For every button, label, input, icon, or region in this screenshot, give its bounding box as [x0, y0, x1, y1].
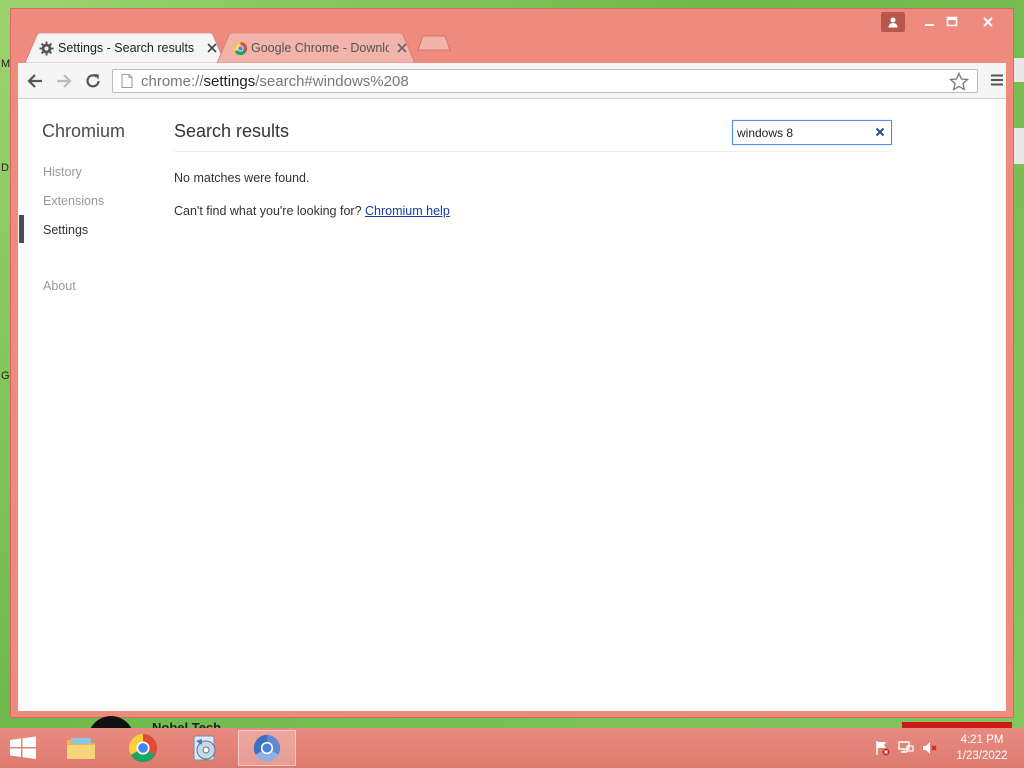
hamburger-menu-icon: [991, 74, 1003, 86]
tab-google-chrome-download[interactable]: Google Chrome - Downlo: [217, 33, 415, 63]
settings-search-box[interactable]: [732, 120, 892, 145]
start-button[interactable]: [8, 736, 38, 765]
person-icon: [888, 17, 898, 28]
desktop-icon-label: M: [1, 58, 11, 70]
close-tab-button[interactable]: [395, 41, 409, 55]
bookmark-star-icon[interactable]: [949, 72, 969, 92]
maximize-button[interactable]: [937, 11, 967, 33]
clock-time: 4:21 PM: [960, 734, 1004, 746]
action-center-flag-icon[interactable]: [874, 740, 890, 756]
page-icon: [121, 74, 133, 88]
taskbar: 4:21 PM 1/23/2022: [0, 728, 1024, 768]
gear-icon: [39, 41, 54, 56]
chrome-icon: [233, 41, 248, 56]
help-prompt-text: Can't find what you're looking for?: [174, 204, 362, 218]
system-clock[interactable]: 4:21 PM 1/23/2022: [948, 732, 1016, 764]
maximize-icon: [946, 16, 958, 27]
tab-title: Settings - Search results: [58, 41, 195, 55]
address-bar[interactable]: chrome://settings/search#windows%208: [112, 69, 978, 93]
sidebar-item-extensions[interactable]: Extensions: [43, 194, 104, 208]
chrome-menu-button[interactable]: [990, 73, 1004, 92]
desktop-icon-label: D: [1, 162, 9, 174]
media-player-icon: [193, 735, 216, 761]
minimize-icon: [925, 24, 934, 26]
clear-search-button[interactable]: [873, 125, 887, 139]
sidebar-brand: Chromium: [42, 121, 126, 141]
taskbar-media-player[interactable]: [176, 730, 234, 766]
sidebar-item-settings[interactable]: Settings: [43, 223, 88, 237]
close-icon: [875, 127, 885, 137]
url-host: settings: [203, 72, 256, 90]
taskbar-file-explorer[interactable]: [52, 730, 110, 766]
new-tab-button[interactable]: [417, 35, 451, 51]
close-icon: [983, 17, 993, 27]
sidebar-item-about[interactable]: About: [43, 279, 76, 293]
chrome-icon: [128, 733, 158, 763]
reload-icon: [86, 74, 100, 88]
profile-button[interactable]: [881, 12, 905, 32]
volume-muted-icon[interactable]: [922, 740, 938, 756]
page-title: Search results: [174, 121, 290, 141]
forward-button[interactable]: [53, 70, 75, 92]
close-window-button[interactable]: [973, 11, 1003, 33]
chromium-icon: [253, 734, 281, 762]
windows-logo-icon: [10, 736, 36, 759]
help-prompt: Can't find what you're looking for? Chro…: [174, 204, 450, 218]
back-button[interactable]: [24, 70, 46, 92]
browser-window: Settings - Search results Google Chrome …: [10, 8, 1014, 718]
divider: [174, 151, 892, 152]
reload-button[interactable]: [82, 70, 104, 92]
no-matches-message: No matches were found.: [174, 171, 310, 185]
tab-settings[interactable]: Settings - Search results: [25, 33, 225, 63]
toolbar: chrome://settings/search#windows%208: [18, 63, 1006, 99]
back-arrow-icon: [27, 74, 42, 88]
tab-title: Google Chrome - Downlo: [251, 41, 389, 55]
taskbar-chrome[interactable]: [114, 730, 172, 766]
chromium-help-link[interactable]: Chromium help: [365, 204, 450, 218]
url-path: /search#windows%208: [255, 72, 409, 90]
search-input[interactable]: [737, 123, 867, 142]
taskbar-chromium[interactable]: [238, 730, 296, 766]
url-scheme: chrome://: [141, 72, 204, 90]
close-icon: [207, 43, 217, 53]
clock-date: 1/23/2022: [956, 750, 1008, 762]
sidebar-item-history[interactable]: History: [43, 165, 82, 179]
network-icon[interactable]: [898, 740, 914, 756]
settings-page: Chromium History Extensions Settings Abo…: [18, 99, 1006, 711]
file-explorer-icon: [67, 738, 95, 759]
active-indicator: [19, 215, 24, 243]
forward-arrow-icon: [57, 74, 72, 88]
close-icon: [397, 43, 407, 53]
desktop-icon-label: G: [1, 370, 10, 382]
